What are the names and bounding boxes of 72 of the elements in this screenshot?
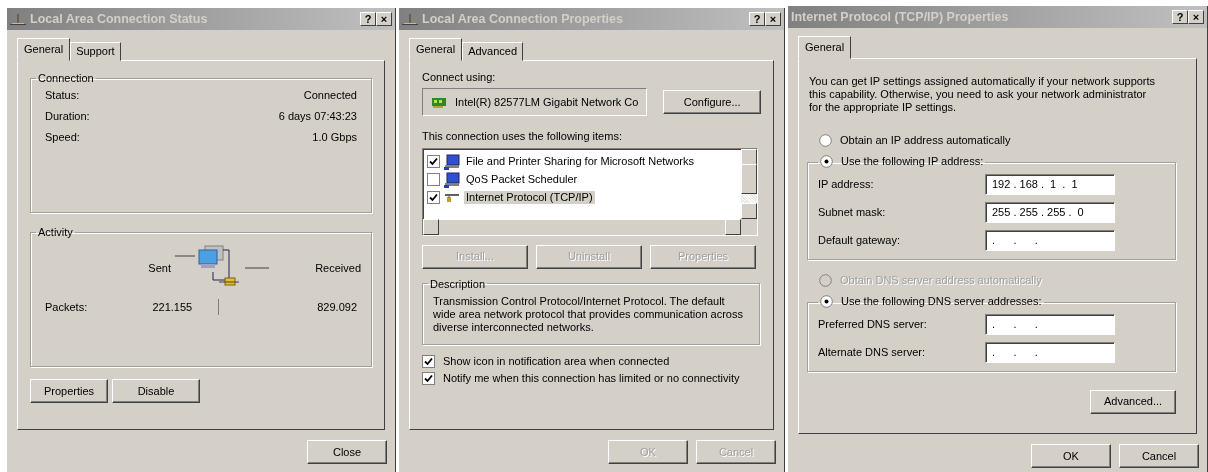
help-button[interactable]: ? (1172, 10, 1188, 24)
intro-text: You can get IP settings assigned automatically if your network supports this capability. Otherwise, you need to ask your network administrator for the appropriate IP settings. (809, 75, 1157, 115)
field-value: 1.0 Gbps (312, 131, 357, 146)
properties-button[interactable]: Properties (30, 379, 108, 404)
checkbox[interactable] (427, 173, 440, 187)
list-item[interactable]: Internet Protocol (TCP/IP) (464, 190, 595, 205)
scrollbar[interactable] (741, 148, 757, 219)
radio-button[interactable] (820, 154, 833, 168)
help-button[interactable]: ? (749, 12, 765, 26)
field-value: 829.092 (317, 300, 357, 314)
field-value: 221.155 (151, 300, 193, 314)
checkbox-label: Notify me when this connection has limited or no connectivity (443, 371, 740, 385)
field-label: IP address: (818, 178, 874, 192)
tab[interactable]: Advanced (462, 42, 524, 62)
radio-label: Use the following IP address: (841, 154, 984, 169)
checkbox[interactable] (427, 191, 440, 205)
list-item[interactable]: File and Printer Sharing for Microsoft Networks (464, 154, 697, 169)
adapter-name: Intel(R) 82577LM Gigabit Network Co (455, 95, 639, 109)
scrollbar[interactable] (423, 218, 757, 235)
ip-address-field[interactable]: . . . (985, 342, 1115, 364)
help-button[interactable]: ? (360, 12, 376, 26)
description-text: Transmission Control Protocol/Internet Protocol. The default wide area network protocol that provides communication across diverse interconnected networks. (433, 294, 744, 335)
radio-label: Obtain an IP address automatically (840, 134, 1011, 148)
field-label: Duration: (45, 110, 90, 125)
field-label: Connect using: (422, 71, 497, 85)
checkbox-label: Show icon in notification area when connected (443, 354, 670, 368)
disable-button[interactable]: Disable (112, 379, 200, 404)
field-label: Received (315, 261, 361, 275)
window-title: Local Area Connection Properties (422, 11, 623, 27)
field-value: 6 days 07:43:23 (278, 110, 357, 125)
ip-address-field[interactable]: 255 . 255 . 255 . 0 (985, 202, 1115, 224)
group-label: Description (430, 277, 486, 290)
field-label: Alternate DNS server: (818, 346, 925, 360)
network-card-icon (431, 96, 447, 109)
tab[interactable]: General (798, 36, 852, 60)
checkbox[interactable] (422, 371, 435, 385)
field-label: Default gateway: (818, 234, 900, 248)
ok-button[interactable]: OK (1031, 444, 1111, 469)
checkbox[interactable] (427, 155, 440, 169)
checkbox[interactable] (422, 354, 435, 368)
ip-address-field[interactable]: . . . (985, 230, 1115, 252)
field-label: Packets: (45, 300, 88, 314)
field-label: Speed: (45, 131, 80, 146)
computer-icon (444, 171, 460, 188)
group-label: Connection (38, 72, 94, 85)
field-label: Status: (45, 89, 80, 104)
close-button[interactable]: × (765, 12, 781, 26)
group-label: Activity (38, 226, 73, 239)
field-label: Subnet mask: (818, 206, 886, 220)
close-button[interactable]: × (1188, 10, 1204, 24)
advanced-button[interactable]: Advanced... (1090, 389, 1176, 414)
radio-label: Use the following DNS server addresses: (841, 294, 1042, 309)
field-label: This connection uses the following items: (422, 130, 623, 144)
window-title: Local Area Connection Status (30, 11, 208, 27)
field-value: Connected (303, 89, 357, 104)
configure-button[interactable]: Configure... (663, 90, 761, 115)
close-button[interactable]: Close (307, 440, 387, 465)
computer-icon (444, 153, 460, 170)
tab[interactable]: General (409, 38, 463, 62)
close-button[interactable]: × (376, 12, 392, 26)
list-item[interactable]: QoS Packet Scheduler (464, 172, 580, 187)
ip-address-field[interactable]: 192 . 168 . 1 . 1 (985, 174, 1115, 196)
cancel-button[interactable]: Cancel (1119, 444, 1199, 469)
ip-address-field[interactable]: . . . (985, 314, 1115, 336)
tab[interactable]: General (17, 38, 71, 62)
connector-line (245, 266, 269, 271)
field-label: Sent (147, 261, 171, 275)
radio-button[interactable] (819, 134, 832, 148)
tab[interactable]: Support (70, 42, 121, 62)
radio-button[interactable] (820, 294, 833, 308)
field-label: Preferred DNS server: (818, 318, 927, 332)
window-title: Internet Protocol (TCP/IP) Properties (791, 9, 1009, 25)
